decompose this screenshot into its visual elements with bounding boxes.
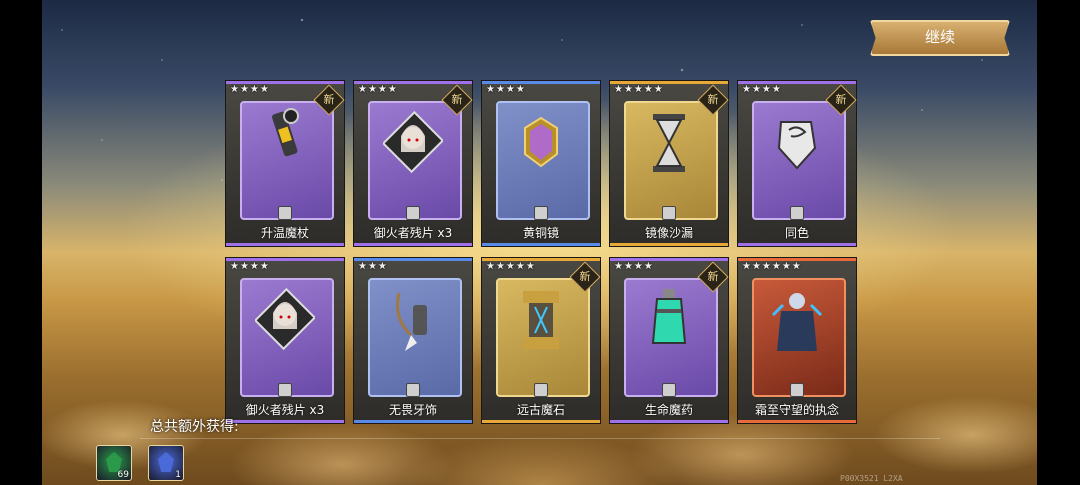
new-badge-label: 新 xyxy=(579,270,591,283)
item-type-icon xyxy=(278,383,292,397)
star-rating: ★★★★ xyxy=(230,261,270,272)
rarity-bar xyxy=(610,420,728,423)
ancient-stone-icon xyxy=(511,285,571,355)
rarity-bar xyxy=(610,243,728,246)
reward-card[interactable]: ★★★★ 新同色 xyxy=(737,80,857,247)
reward-item-blue-crystal[interactable]: 1 xyxy=(148,445,184,481)
star-rating: ★★★★★★ xyxy=(742,261,802,272)
reward-card[interactable]: ★★★★ 御火者残片 x3 xyxy=(225,257,345,424)
mirror-icon xyxy=(511,108,571,178)
item-type-icon xyxy=(534,383,548,397)
item-type-icon xyxy=(662,206,676,220)
new-badge-label: 新 xyxy=(323,93,335,106)
star-rating: ★★★★★ xyxy=(614,84,664,95)
item-name: 霜至守望的执念 xyxy=(754,403,839,417)
item-type-icon xyxy=(790,383,804,397)
divider xyxy=(140,438,940,439)
item-name: 远古魔石 xyxy=(516,403,565,417)
star-rating: ★★★★ xyxy=(486,84,526,95)
reward-count: 1 xyxy=(175,470,181,480)
reward-card[interactable]: ★★★★★★ 霜至守望的执念 xyxy=(737,257,857,424)
rarity-bar xyxy=(354,243,472,246)
watermark-text: P00X3521 L2XA xyxy=(840,474,903,483)
item-name: 镜像沙漏 xyxy=(644,226,693,240)
item-type-icon xyxy=(406,206,420,220)
hourglass-icon xyxy=(639,108,699,178)
item-type-icon xyxy=(662,383,676,397)
reward-card[interactable]: ★★★★ 新升温魔杖 xyxy=(225,80,345,247)
item-type-icon xyxy=(278,206,292,220)
frost-warrior-icon xyxy=(767,285,827,355)
star-rating: ★★★★ xyxy=(614,261,654,272)
item-name: 无畏牙饰 xyxy=(388,403,437,417)
rarity-bar xyxy=(482,243,600,246)
star-rating: ★★★★ xyxy=(742,84,782,95)
item-name: 黄铜镜 xyxy=(522,226,559,240)
new-badge-label: 新 xyxy=(707,270,719,283)
rarity-bar xyxy=(226,420,344,423)
item-name: 升温魔杖 xyxy=(260,226,309,240)
rarity-bar xyxy=(738,243,856,246)
green-gem-icon xyxy=(106,452,122,472)
hero-portrait-icon xyxy=(381,108,445,178)
item-name: 生命魔药 xyxy=(644,403,693,417)
reward-card[interactable]: ★★★★ 黄铜镜 xyxy=(481,80,601,247)
staff-icon xyxy=(255,108,315,178)
item-name: 御火者残片 x3 xyxy=(373,226,453,240)
item-type-icon xyxy=(534,206,548,220)
star-rating: ★★★★ xyxy=(358,84,398,95)
star-rating: ★★★★★ xyxy=(486,261,536,272)
hero-portrait-icon xyxy=(253,285,317,355)
new-badge-label: 新 xyxy=(707,93,719,106)
rarity-bar xyxy=(226,243,344,246)
new-badge-label: 新 xyxy=(451,93,463,106)
fang-necklace-icon xyxy=(383,285,443,355)
total-extra-label: 总共额外获得: xyxy=(150,419,239,435)
reward-item-green-gem[interactable]: 69 xyxy=(96,445,132,481)
gauntlet-icon xyxy=(767,108,827,178)
rarity-bar xyxy=(354,420,472,423)
reward-card[interactable]: ★★★★ 新御火者残片 x3 xyxy=(353,80,473,247)
rarity-bar xyxy=(482,420,600,423)
item-type-icon xyxy=(790,206,804,220)
star-rating: ★★★★ xyxy=(230,84,270,95)
reward-count: 69 xyxy=(117,470,129,480)
potion-icon xyxy=(639,285,699,355)
new-badge-label: 新 xyxy=(835,93,847,106)
rarity-bar xyxy=(738,420,856,423)
blue-crystal-icon xyxy=(158,452,174,472)
reward-card[interactable]: ★★★★★ 新镜像沙漏 xyxy=(609,80,729,247)
item-name: 同色 xyxy=(784,226,809,240)
continue-button[interactable]: 继续 xyxy=(870,20,1010,56)
reward-card[interactable]: ★★★★★ 新远古魔石 xyxy=(481,257,601,424)
item-type-icon xyxy=(406,383,420,397)
item-name: 御火者残片 x3 xyxy=(245,403,325,417)
reward-card[interactable]: ★★★ 无畏牙饰 xyxy=(353,257,473,424)
star-rating: ★★★ xyxy=(358,261,388,272)
reward-card[interactable]: ★★★★ 新生命魔药 xyxy=(609,257,729,424)
